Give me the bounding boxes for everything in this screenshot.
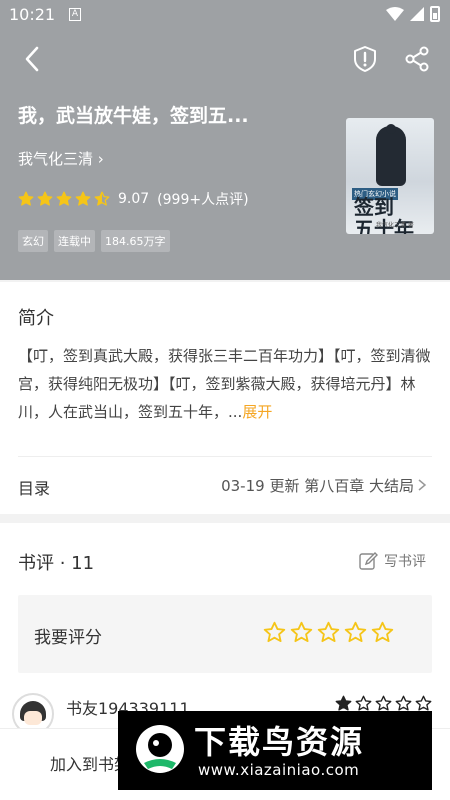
cover-title-line1: 签到: [354, 195, 394, 219]
star-icon: [37, 191, 53, 206]
intro-card: 简介 【叮，签到真武大殿，获得张三丰二百年功力】【叮，签到清微宫，获得纯阳无极功…: [0, 282, 450, 514]
intro-text: 【叮，签到真武大殿，获得张三丰二百年功力】【叮，签到清微宫，获得纯阳无极功】【叮…: [18, 342, 432, 426]
back-arrow-icon[interactable]: [18, 44, 48, 74]
cover-author: 我气化三清 著: [376, 222, 414, 229]
watermark-title: 下载鸟资源: [194, 723, 365, 761]
rate-star-icon[interactable]: [371, 621, 394, 644]
watermark-bird-logo-icon: [136, 725, 184, 773]
toc-row[interactable]: 目录 03-19 更新 第八百章 大结局: [0, 457, 450, 513]
top-toolbar: [0, 36, 450, 80]
tag-wordcount: 184.65万字: [101, 230, 170, 252]
chevron-right-icon: ›: [97, 150, 104, 168]
review-star-icon: [375, 695, 392, 711]
review-stars: [335, 695, 432, 712]
notification-icon: A: [69, 8, 81, 21]
share-icon[interactable]: [402, 44, 432, 74]
intro-body: 【叮，签到真武大殿，获得张三丰二百年功力】【叮，签到清微宫，获得纯阳无极功】【叮…: [18, 347, 431, 421]
rating-stars: [18, 191, 110, 207]
reviews-heading: 书评 · 11: [18, 553, 95, 574]
watermark-url: www.xiazainiao.com: [198, 761, 360, 779]
star-icon: [18, 191, 34, 206]
wifi-icon: [386, 7, 404, 21]
intro-heading: 简介: [18, 308, 54, 329]
rate-star-icon[interactable]: [263, 621, 286, 644]
status-icons: [386, 6, 440, 22]
rate-star-icon[interactable]: [344, 621, 367, 644]
rate-stars: [263, 621, 394, 644]
toc-latest-chapter: 03-19 更新 第八百章 大结局: [221, 477, 414, 495]
rating-score: 9.07: [118, 191, 150, 207]
battery-icon: [430, 6, 440, 22]
star-icon: [75, 191, 91, 206]
book-header: 10:21 A 我，武当放牛娃，签到五... 我气化三清 › 9.07 (999…: [0, 0, 450, 280]
review-star-icon: [395, 695, 412, 711]
review-star-icon: [355, 695, 372, 711]
book-title: 我，武当放牛娃，签到五...: [18, 105, 249, 127]
rate-box: 我要评分: [18, 595, 432, 673]
rate-label: 我要评分: [34, 628, 102, 648]
star-icon: [94, 191, 110, 206]
report-shield-icon[interactable]: [350, 44, 380, 74]
signal-icon: [410, 7, 424, 21]
status-bar: 10:21 A: [0, 0, 450, 30]
toc-label: 目录: [18, 479, 51, 498]
chevron-right-icon: [418, 479, 427, 491]
rate-star-icon[interactable]: [317, 621, 340, 644]
rate-star-icon[interactable]: [290, 621, 313, 644]
rating-count: (999+人点评): [157, 192, 249, 208]
write-review-label: 写书评: [384, 554, 426, 570]
watermark-banner: 下载鸟资源 www.xiazainiao.com: [118, 711, 432, 790]
review-star-icon: [415, 695, 432, 711]
cover-figure: [376, 124, 406, 186]
status-time: 10:21: [9, 5, 56, 24]
star-icon: [56, 191, 72, 206]
rating-row: 9.07 (999+人点评): [18, 189, 249, 209]
edit-icon: [359, 552, 378, 570]
review-star-icon: [335, 695, 352, 711]
write-review-button[interactable]: 写书评: [358, 551, 426, 571]
tag-status: 连载中: [54, 230, 95, 252]
author-link[interactable]: 我气化三清 ›: [18, 148, 104, 169]
book-tags: 玄幻 连载中 184.65万字: [18, 230, 170, 252]
author-name: 我气化三清: [18, 150, 94, 168]
expand-link[interactable]: 展开: [242, 403, 272, 421]
tag-genre: 玄幻: [18, 230, 48, 252]
book-cover[interactable]: 热门玄幻小说 签到 五十年 我气化三清 著: [346, 118, 434, 234]
